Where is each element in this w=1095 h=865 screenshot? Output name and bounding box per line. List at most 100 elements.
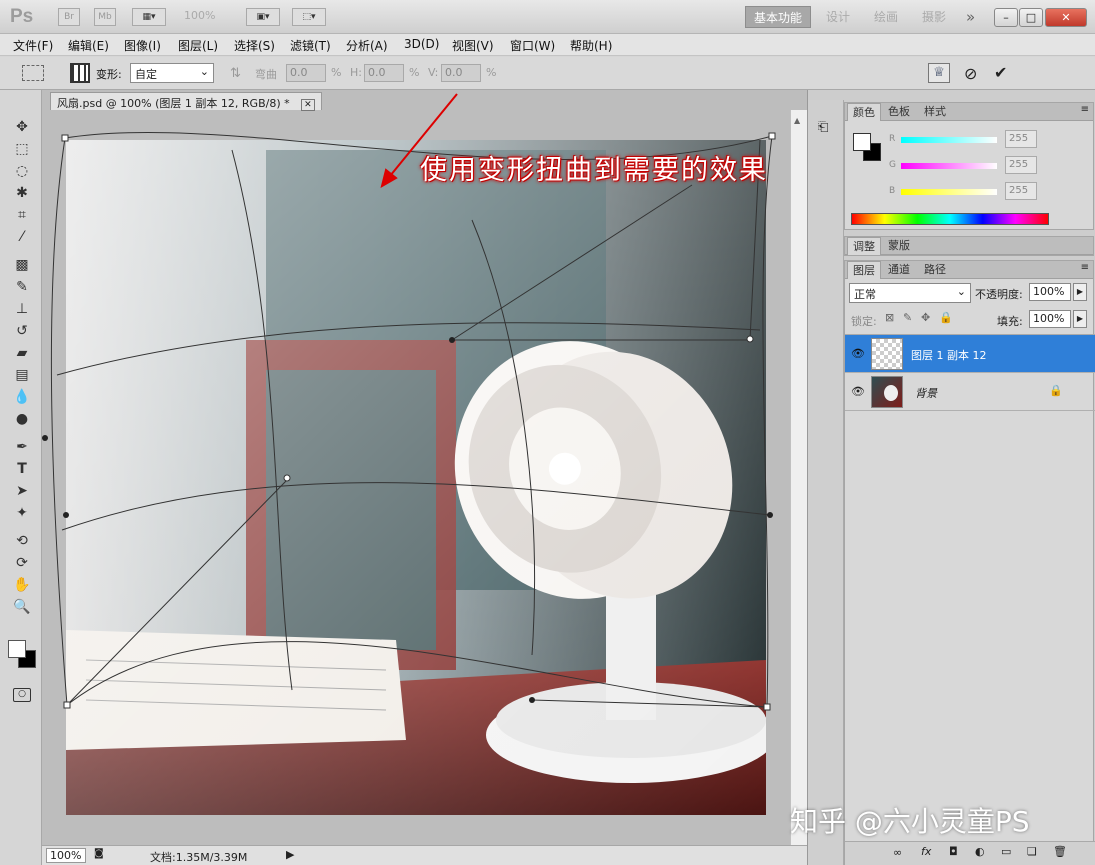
workspace-photography[interactable]: 摄影: [914, 6, 954, 28]
eraser-tool-icon[interactable]: ▰: [12, 344, 32, 362]
opacity-slider-arrow-icon[interactable]: ▶: [1073, 283, 1087, 301]
workspace-design[interactable]: 设计: [818, 6, 858, 28]
tab-swatches[interactable]: 色板: [883, 103, 915, 121]
healing-brush-tool-icon[interactable]: ▩: [12, 256, 32, 274]
menu-analysis[interactable]: 分析(A): [346, 37, 388, 54]
lock-transparent-icon[interactable]: ⊠: [885, 311, 894, 324]
dodge-tool-icon[interactable]: ●: [12, 410, 32, 428]
r-value[interactable]: 255: [1005, 130, 1037, 148]
b-slider[interactable]: [901, 189, 997, 195]
visibility-eye-icon[interactable]: 👁: [851, 385, 865, 398]
quick-selection-tool-icon[interactable]: ✱: [12, 184, 32, 202]
menu-file[interactable]: 文件(F): [13, 37, 53, 54]
arrange-documents-button[interactable]: ▣▾: [246, 8, 280, 26]
fill-slider-arrow-icon[interactable]: ▶: [1073, 310, 1087, 328]
warp-mesh-overlay[interactable]: [42, 90, 807, 845]
new-group-icon[interactable]: ▭: [1001, 845, 1011, 858]
add-mask-icon[interactable]: ◘: [949, 845, 958, 858]
3d-orbit-tool-icon[interactable]: ⟳: [12, 554, 32, 572]
layer-name[interactable]: 背景: [915, 385, 937, 401]
minibridge-button[interactable]: Mb: [94, 8, 116, 26]
menu-view[interactable]: 视图(V): [452, 37, 494, 54]
tab-adjustments[interactable]: 调整: [847, 237, 881, 255]
more-workspaces-button[interactable]: »: [958, 6, 983, 28]
delete-layer-icon[interactable]: 🗑: [1053, 845, 1067, 858]
3d-rotate-tool-icon[interactable]: ⟲: [12, 532, 32, 550]
menu-filter[interactable]: 滤镜(T): [290, 37, 331, 54]
b-value[interactable]: 255: [1005, 182, 1037, 200]
quick-mask-icon[interactable]: ○: [13, 688, 31, 702]
move-tool-icon[interactable]: ✥: [12, 118, 32, 136]
history-brush-tool-icon[interactable]: ↺: [12, 322, 32, 340]
layers-panel-menu-icon[interactable]: ≡: [1081, 262, 1089, 273]
visibility-eye-icon[interactable]: 👁: [851, 347, 865, 360]
screen-mode-button[interactable]: ⬚▾: [292, 8, 326, 26]
tab-channels[interactable]: 通道: [883, 261, 915, 279]
gradient-tool-icon[interactable]: ▤: [12, 366, 32, 384]
lasso-tool-icon[interactable]: ◌: [12, 162, 32, 180]
menu-select[interactable]: 选择(S): [234, 37, 275, 54]
layer-row-copy-12[interactable]: 👁 图层 1 副本 12: [845, 335, 1095, 373]
tab-layers[interactable]: 图层: [847, 261, 881, 279]
workspace-essentials[interactable]: 基本功能: [745, 6, 812, 28]
lock-all-icon[interactable]: 🔒: [939, 311, 953, 324]
g-value[interactable]: 255: [1005, 156, 1037, 174]
r-slider[interactable]: [901, 137, 997, 143]
menu-3d[interactable]: 3D(D): [404, 37, 439, 51]
crop-tool-icon[interactable]: ⌗: [12, 206, 32, 224]
layer-row-background[interactable]: 👁 背景 🔒: [845, 373, 1095, 411]
minimize-button[interactable]: –: [994, 8, 1018, 27]
shape-tool-icon[interactable]: ✦: [12, 504, 32, 522]
tab-styles[interactable]: 样式: [919, 103, 951, 121]
clone-stamp-tool-icon[interactable]: ⊥: [12, 300, 32, 318]
menu-image[interactable]: 图像(I): [124, 37, 161, 54]
color-spectrum-ramp[interactable]: [851, 213, 1049, 225]
warp-orientation-icon[interactable]: ⇅: [230, 66, 241, 81]
menu-layer[interactable]: 图层(L): [178, 37, 218, 54]
g-slider[interactable]: [901, 163, 997, 169]
layer-name[interactable]: 图层 1 副本 12: [911, 347, 987, 363]
cancel-transform-icon[interactable]: ⊘: [964, 64, 977, 83]
tab-color[interactable]: 颜色: [847, 103, 881, 121]
link-layers-icon[interactable]: ∞: [893, 846, 902, 859]
view-extras-button[interactable]: ▦▾: [132, 8, 166, 26]
path-selection-tool-icon[interactable]: ➤: [12, 482, 32, 500]
h-distortion-input[interactable]: 0.0: [364, 64, 404, 82]
pen-tool-icon[interactable]: ✒: [12, 438, 32, 456]
adjustment-layer-icon[interactable]: ◐: [975, 845, 985, 858]
commit-transform-icon[interactable]: ✔: [994, 63, 1007, 82]
blur-tool-icon[interactable]: 💧: [12, 388, 32, 406]
brush-tool-icon[interactable]: ✎: [12, 278, 32, 296]
status-menu-arrow-icon[interactable]: ▶: [286, 848, 294, 861]
status-zoom-field[interactable]: 100%: [46, 848, 86, 863]
panel-menu-icon[interactable]: ≡: [1081, 104, 1089, 115]
new-layer-icon[interactable]: ❏: [1027, 845, 1037, 858]
eyedropper-tool-icon[interactable]: ⁄: [12, 228, 32, 246]
fill-input[interactable]: 100%: [1029, 310, 1071, 328]
blend-mode-select[interactable]: 正常 ⌄: [849, 283, 971, 303]
lock-pixels-icon[interactable]: ✎: [903, 311, 912, 324]
zoom-tool-icon[interactable]: 🔍: [12, 598, 32, 616]
status-info-icon[interactable]: ◙: [94, 848, 104, 859]
tab-masks[interactable]: 蒙版: [883, 237, 915, 255]
tab-paths[interactable]: 路径: [919, 261, 951, 279]
maximize-button[interactable]: □: [1019, 8, 1043, 27]
v-distortion-input[interactable]: 0.0: [441, 64, 481, 82]
bridge-button[interactable]: Br: [58, 8, 80, 26]
menu-help[interactable]: 帮助(H): [570, 37, 612, 54]
warp-style-select[interactable]: 自定 ⌄: [130, 63, 214, 83]
history-panel-icon[interactable]: ⎗: [818, 120, 828, 135]
scroll-up-icon[interactable]: ▲: [794, 116, 800, 125]
warp-mode-toggle-icon[interactable]: ♕: [928, 63, 950, 83]
zoom-level-dropdown[interactable]: 100%: [184, 9, 215, 22]
foreground-color-swatch[interactable]: [8, 640, 26, 658]
menu-window[interactable]: 窗口(W): [510, 37, 555, 54]
lock-position-icon[interactable]: ✥: [921, 311, 930, 324]
document-size-info[interactable]: 文档:1.35M/3.39M: [150, 849, 247, 865]
marquee-tool-icon[interactable]: ⬚: [12, 140, 32, 158]
fg-color-swatch[interactable]: [853, 133, 871, 151]
hand-tool-icon[interactable]: ✋: [12, 576, 32, 594]
close-button[interactable]: ✕: [1045, 8, 1087, 27]
opacity-input[interactable]: 100%: [1029, 283, 1071, 301]
fx-icon[interactable]: fx: [921, 845, 931, 858]
